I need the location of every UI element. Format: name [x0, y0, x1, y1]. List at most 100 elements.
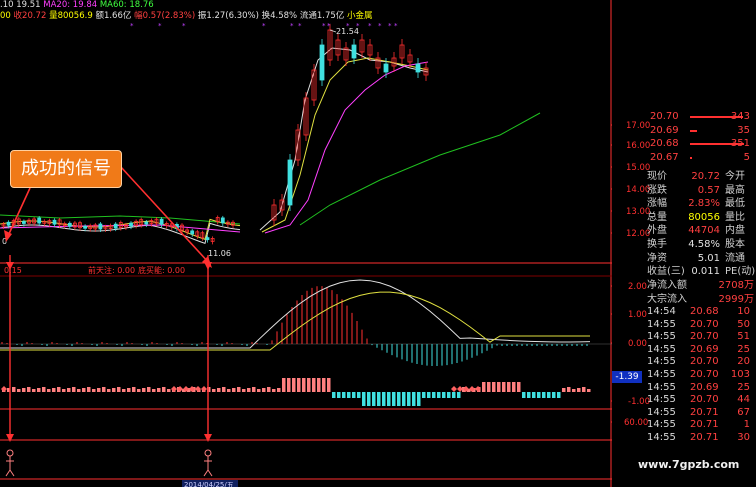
orderbook-row[interactable]: 20.69 35: [645, 124, 756, 138]
signal-bar: [12, 387, 16, 392]
diamond-marker: [451, 386, 457, 392]
quote-panel: 现价 20.72 今开 涨跌 0.57 最高 涨幅 2.83% 最低 总量 80056 量比 外盘 447…: [645, 170, 756, 279]
top-marker: *: [290, 22, 294, 30]
signal-bar: [362, 392, 366, 406]
signal-bar: [522, 392, 526, 398]
tick-row: 14:55 20.71 1: [645, 419, 756, 432]
signal-bar: [27, 387, 31, 392]
signal-bar: [132, 387, 136, 392]
signal-figure-icon: [5, 469, 11, 477]
signal-bar: [397, 392, 401, 406]
quote-label: 总量: [647, 211, 667, 223]
quote-value: 4.58%: [688, 238, 720, 250]
signal-bar: [67, 388, 71, 392]
signal-bar: [407, 392, 411, 406]
signal-bar: [497, 382, 501, 392]
signal-bar: [77, 389, 81, 392]
top-marker: *: [394, 22, 398, 30]
tick-price: 20.69: [690, 381, 719, 393]
candle-body: [83, 225, 87, 229]
tick-row: 14:55 20.71 30: [645, 432, 756, 445]
signal-bar: [32, 389, 36, 392]
tick-price: 20.71: [690, 431, 719, 443]
tick-price: 20.70: [690, 356, 719, 368]
orderbook-price: 20.68: [650, 138, 679, 150]
signal-bar: [52, 388, 56, 392]
watermark: www.7gpzb.com: [638, 458, 740, 471]
macd-dea-line: [0, 291, 590, 351]
top-marker: *: [356, 22, 360, 30]
tick-time: 14:55: [647, 318, 676, 330]
signal-bar: [167, 389, 171, 392]
top-marker: *: [182, 22, 186, 30]
signal-bar: [457, 392, 461, 398]
signal-bar: [332, 392, 336, 398]
signal-bar: [527, 392, 531, 398]
signal-bar: [107, 389, 111, 392]
quote-label-right: 今开: [725, 171, 745, 182]
signal-bar: [507, 382, 511, 392]
signal-bar: [572, 389, 576, 392]
signal-bar: [512, 382, 516, 392]
candle-body: [37, 217, 42, 224]
candle-body: [383, 63, 389, 73]
signal-bar: [562, 388, 566, 392]
orderbook-row[interactable]: 20.67 5: [645, 151, 756, 165]
signal-bar: [552, 392, 556, 398]
candle-body: [6, 221, 11, 226]
quote-value: 0.57: [697, 184, 720, 196]
quote-row: 外盘 44704 内盘: [645, 224, 756, 238]
tick-time: 14:55: [647, 394, 676, 406]
quote-label-right: 最低: [725, 198, 745, 210]
tick-row: 14:55 20.69 25: [645, 382, 756, 395]
signal-bar: [82, 388, 86, 392]
ma60-line-rise: [299, 112, 541, 226]
candle-body: [113, 223, 118, 229]
quote-row: 现价 20.72 今开: [645, 170, 756, 184]
tick-price: 20.68: [690, 306, 719, 317]
top-marker: *: [327, 22, 331, 30]
kline-chart[interactable]: 0.15 前天注: 0.00 底买能: 0.0021.5411.060* * * * * * *…: [0, 0, 612, 487]
tick-time: 14:54: [647, 306, 676, 317]
candle-body: [52, 219, 57, 225]
signal-bar: [357, 392, 361, 398]
signal-bar: [97, 388, 101, 392]
tick-price: 20.70: [690, 318, 719, 330]
orderbook-price: 20.70: [650, 111, 679, 122]
signal-bar: [427, 392, 431, 398]
signal-bar: [542, 392, 546, 398]
signal-bar: [37, 388, 41, 392]
quote-value: 5.01: [697, 252, 720, 264]
signal-bar: [587, 389, 591, 392]
signal-bar: [272, 389, 276, 392]
signal-bar: [217, 388, 221, 392]
signal-bar: [322, 378, 326, 392]
signal-bar: [127, 388, 131, 392]
signal-bar: [317, 378, 321, 392]
signal-bar: [532, 392, 536, 398]
tick-time: 14:55: [647, 419, 676, 431]
quote-label: 外盘: [647, 225, 667, 237]
top-marker: *: [322, 22, 326, 30]
signal-bar: [347, 392, 351, 398]
signal-bar: [417, 392, 421, 406]
candle-body: [98, 223, 103, 230]
signal-bar: [22, 388, 26, 392]
signal-bar: [337, 392, 341, 398]
low-price-label: 11.06: [208, 249, 231, 258]
orderbook-row[interactable]: 20.70 343: [645, 110, 756, 124]
orderbook-bar: [690, 156, 692, 159]
orderbook-row[interactable]: 20.68 351: [645, 137, 756, 151]
tick-volume: 103: [730, 368, 750, 380]
tick-price: 20.70: [690, 331, 719, 343]
signal-bar: [492, 382, 496, 392]
indicator-a: 前天注: 0.00: [88, 265, 135, 275]
diamond-marker: [171, 386, 177, 392]
quote-row: 换手 4.58% 股本: [645, 238, 756, 252]
tick-time: 14:55: [647, 343, 676, 355]
candle-body: [220, 217, 225, 224]
quote-value: 44704: [688, 225, 720, 237]
tick-volume: 1: [743, 419, 750, 431]
orderbook-qty: 35: [737, 124, 750, 136]
order-book: 20.70 343 20.69 35 20.68 351 20.67 5: [645, 110, 756, 164]
